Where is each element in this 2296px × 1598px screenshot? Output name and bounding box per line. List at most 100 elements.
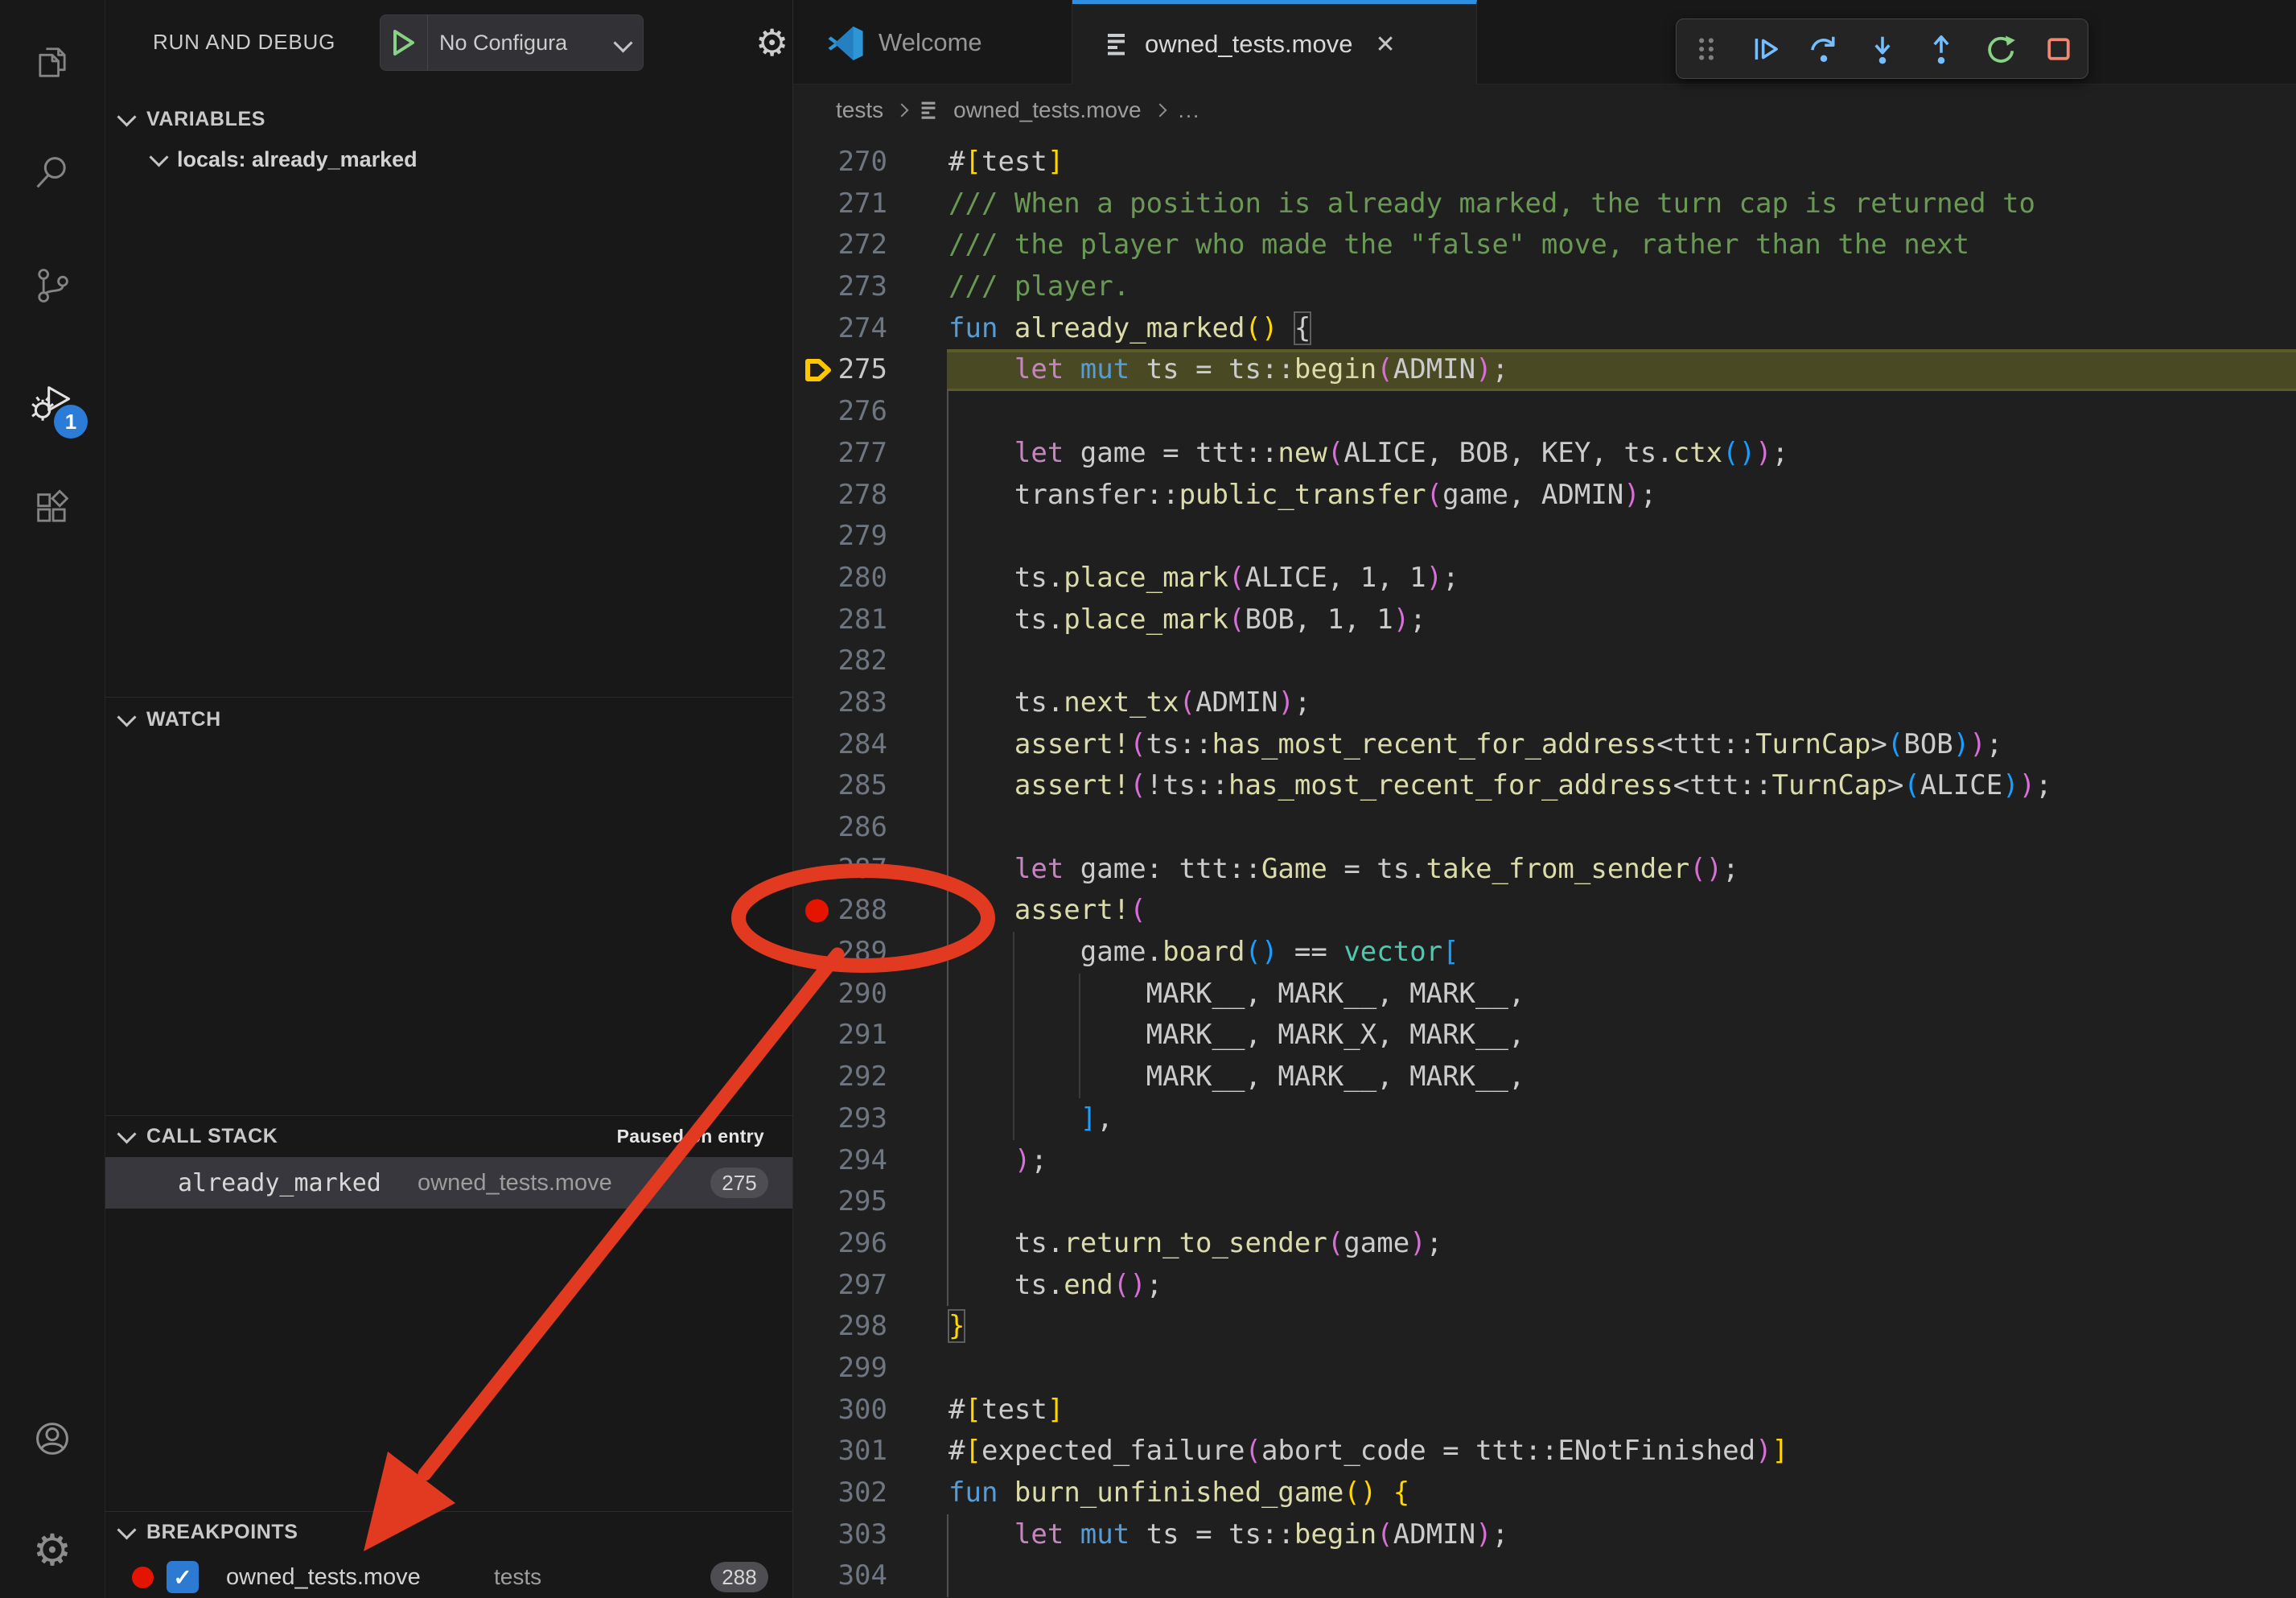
code-line: 290 MARK__, MARK__, MARK__, — [793, 974, 2296, 1015]
breakpoint-file-name: owned_tests.move — [226, 1564, 421, 1591]
variables-section-header[interactable]: VARIABLES — [105, 98, 792, 140]
stop-button[interactable] — [2033, 23, 2084, 75]
code-line: 283 ts.next_tx(ADMIN); — [793, 682, 2296, 724]
code-line: 282 — [793, 640, 2296, 682]
step-into-button[interactable] — [1857, 23, 1908, 75]
line-number[interactable]: 277 — [793, 433, 887, 475]
breakpoint-dot[interactable] — [805, 900, 829, 923]
line-number[interactable]: 273 — [793, 266, 887, 308]
line-number[interactable]: 270 — [793, 142, 887, 183]
line-number[interactable]: 276 — [793, 391, 887, 433]
code-line-text: ts.next_tx(ADMIN); — [948, 682, 1311, 724]
call-stack-frame-row[interactable]: already_marked owned_tests.move 275 — [105, 1157, 792, 1209]
indent-guide — [947, 640, 948, 682]
line-number[interactable]: 271 — [793, 183, 887, 225]
start-debugging-play-icon[interactable] — [381, 15, 428, 70]
vscode-window: 1 ⚙ RUN AND DEBUG — [0, 0, 2296, 1598]
tab-label: owned_tests.move — [1145, 30, 1352, 59]
settings-gear-icon[interactable]: ⚙ — [0, 1530, 105, 1571]
extensions-icon[interactable] — [0, 488, 105, 529]
watch-label: WATCH — [146, 708, 221, 731]
line-number[interactable]: 303 — [793, 1514, 887, 1556]
code-line: 299 — [793, 1348, 2296, 1390]
explorer-icon[interactable] — [0, 41, 105, 83]
account-icon[interactable] — [0, 1418, 105, 1460]
code-line: 301#[expected_failure(abort_code = ttt::… — [793, 1431, 2296, 1472]
line-number[interactable]: 284 — [793, 724, 887, 766]
code-line: 285 assert!(!ts::has_most_recent_for_add… — [793, 765, 2296, 807]
watch-section-header[interactable]: WATCH — [105, 698, 792, 740]
code-line-text: let mut ts = ts::begin(ADMIN); — [948, 1514, 1508, 1556]
breakpoint-dot-icon — [132, 1567, 154, 1588]
breadcrumb-folder[interactable]: tests — [836, 97, 883, 123]
breakpoint-row[interactable]: ✓ owned_tests.move tests 288 — [105, 1556, 792, 1598]
line-number[interactable]: 300 — [793, 1390, 887, 1431]
debug-sidebar: RUN AND DEBUG No Configura ⚙ ⋯ VARIABLES… — [105, 0, 792, 1598]
line-number[interactable]: 280 — [793, 558, 887, 599]
line-number[interactable]: 294 — [793, 1140, 887, 1182]
line-number[interactable]: 290 — [793, 974, 887, 1015]
code-line-text: transfer::public_transfer(game, ADMIN); — [948, 475, 1656, 517]
line-number[interactable]: 296 — [793, 1223, 887, 1265]
code-editor[interactable]: 270#[test]271/// When a position is alre… — [793, 135, 2296, 1598]
code-line: 271/// When a position is already marked… — [793, 183, 2296, 225]
breakpoints-section-header[interactable]: BREAKPOINTS — [105, 1513, 792, 1551]
breakpoint-dir-name: tests — [494, 1564, 541, 1590]
line-number[interactable]: 299 — [793, 1348, 887, 1390]
restart-button[interactable] — [1974, 23, 2026, 75]
close-icon[interactable]: ✕ — [1375, 31, 1395, 59]
debug-toolbar — [1676, 19, 2088, 79]
line-number[interactable]: 279 — [793, 516, 887, 558]
breadcrumbs: tests owned_tests.move ... — [793, 85, 2296, 135]
tab-welcome[interactable]: Welcome — [793, 0, 1072, 84]
tab-owned-tests-move[interactable]: owned_tests.move ✕ — [1072, 0, 1477, 84]
start-debugging-control[interactable]: No Configura — [380, 14, 644, 71]
debug-configuration-select[interactable]: No Configura — [428, 31, 615, 56]
line-number[interactable]: 291 — [793, 1015, 887, 1056]
code-line: 289 game.board() == vector[ — [793, 932, 2296, 974]
line-number[interactable]: 297 — [793, 1265, 887, 1307]
line-number[interactable]: 301 — [793, 1431, 887, 1472]
code-line: 292 MARK__, MARK__, MARK__, — [793, 1056, 2296, 1098]
search-icon[interactable] — [0, 152, 105, 194]
breadcrumb-file[interactable]: owned_tests.move — [953, 97, 1141, 123]
code-line: 276 — [793, 391, 2296, 433]
line-number[interactable]: 295 — [793, 1181, 887, 1223]
call-stack-section-header[interactable]: CALL STACK Paused on entry — [105, 1117, 792, 1155]
toolbar-drag-grip[interactable] — [1681, 23, 1732, 75]
indent-guide — [947, 1555, 948, 1597]
breadcrumb-symbol[interactable]: ... — [1179, 98, 1201, 123]
line-number[interactable]: 287 — [793, 849, 887, 891]
line-number[interactable]: 281 — [793, 599, 887, 641]
call-stack-label: CALL STACK — [146, 1125, 278, 1148]
debug-settings-gear-icon[interactable]: ⚙ — [755, 0, 788, 84]
code-line: 273/// player. — [793, 266, 2296, 308]
run-and-debug-icon[interactable]: 1 — [0, 381, 105, 423]
line-number[interactable]: 304 — [793, 1555, 887, 1597]
line-number[interactable]: 293 — [793, 1098, 887, 1140]
line-number[interactable]: 278 — [793, 475, 887, 517]
line-number[interactable]: 283 — [793, 682, 887, 724]
variables-scope-row[interactable]: locals: already_marked — [105, 138, 792, 180]
line-number[interactable]: 289 — [793, 932, 887, 974]
line-number[interactable]: 292 — [793, 1056, 887, 1098]
code-line: 298} — [793, 1306, 2296, 1348]
step-out-button[interactable] — [1915, 23, 1967, 75]
code-line-text: fun already_marked() { — [948, 308, 1311, 350]
line-number[interactable]: 272 — [793, 224, 887, 266]
line-number[interactable]: 302 — [793, 1472, 887, 1514]
line-number[interactable]: 282 — [793, 640, 887, 682]
line-number[interactable]: 285 — [793, 765, 887, 807]
continue-button[interactable] — [1739, 23, 1791, 75]
code-line: 304 — [793, 1555, 2296, 1597]
frame-function-name: already_marked — [178, 1169, 381, 1197]
breakpoint-checkbox[interactable]: ✓ — [167, 1561, 199, 1593]
line-number[interactable]: 286 — [793, 807, 887, 849]
code-line: 297 ts.end(); — [793, 1265, 2296, 1307]
indent-guide — [947, 1181, 948, 1223]
step-over-button[interactable] — [1798, 23, 1850, 75]
line-number[interactable]: 274 — [793, 308, 887, 350]
line-number[interactable]: 298 — [793, 1306, 887, 1348]
editor-group: Welcome owned_tests.move ✕ tests owned_t… — [792, 0, 2296, 1598]
source-control-icon[interactable] — [0, 265, 105, 307]
